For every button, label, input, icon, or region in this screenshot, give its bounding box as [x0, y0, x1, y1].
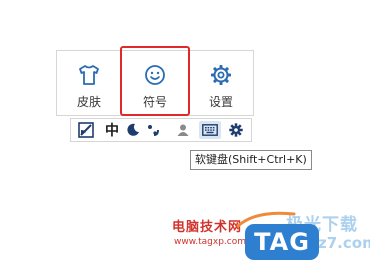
watermark-faint-domain: z7.com	[318, 234, 370, 252]
menu-item-label: 符号	[142, 95, 167, 109]
menu-item-label: 皮肤	[76, 95, 101, 109]
chinese-mode-label: 中	[105, 123, 119, 139]
chinese-mode-toggle[interactable]: 中	[103, 121, 121, 139]
menu-item-symbol[interactable]: 符号	[123, 51, 187, 115]
watermark-site-name: 电脑技术网	[172, 220, 243, 235]
watermark-url: www.tagxp.com	[174, 237, 246, 247]
menu-item-settings[interactable]: 设置	[189, 51, 253, 115]
tag-logo-text: TAG	[254, 228, 310, 256]
punctuation-icon[interactable]	[145, 121, 161, 139]
ime-logo-icon[interactable]	[77, 121, 95, 139]
user-icon[interactable]	[175, 121, 191, 139]
keyboard-icon[interactable]	[199, 121, 221, 139]
gear-icon[interactable]	[227, 121, 245, 139]
watermark: 极光下载站 z7.com 电脑技术网 www.tagxp.com TAG	[168, 204, 370, 262]
shirt-icon	[76, 63, 102, 87]
menu-item-skin[interactable]: 皮肤	[57, 51, 121, 115]
menu-item-label: 设置	[208, 95, 233, 109]
tag-logo: TAG	[245, 224, 319, 260]
soft-keyboard-tooltip: 软键盘(Shift+Ctrl+K)	[190, 150, 312, 170]
moon-icon[interactable]	[125, 121, 141, 139]
gear-icon	[208, 63, 234, 87]
screen: 皮肤 符号 设置 中 软键盘(Shift+Ctrl+K) 下载 z7.com 电…	[0, 0, 370, 262]
smiley-icon	[142, 63, 168, 87]
ime-menu-panel: 皮肤 符号 设置	[56, 50, 254, 116]
ime-toolbar: 中	[70, 118, 252, 142]
